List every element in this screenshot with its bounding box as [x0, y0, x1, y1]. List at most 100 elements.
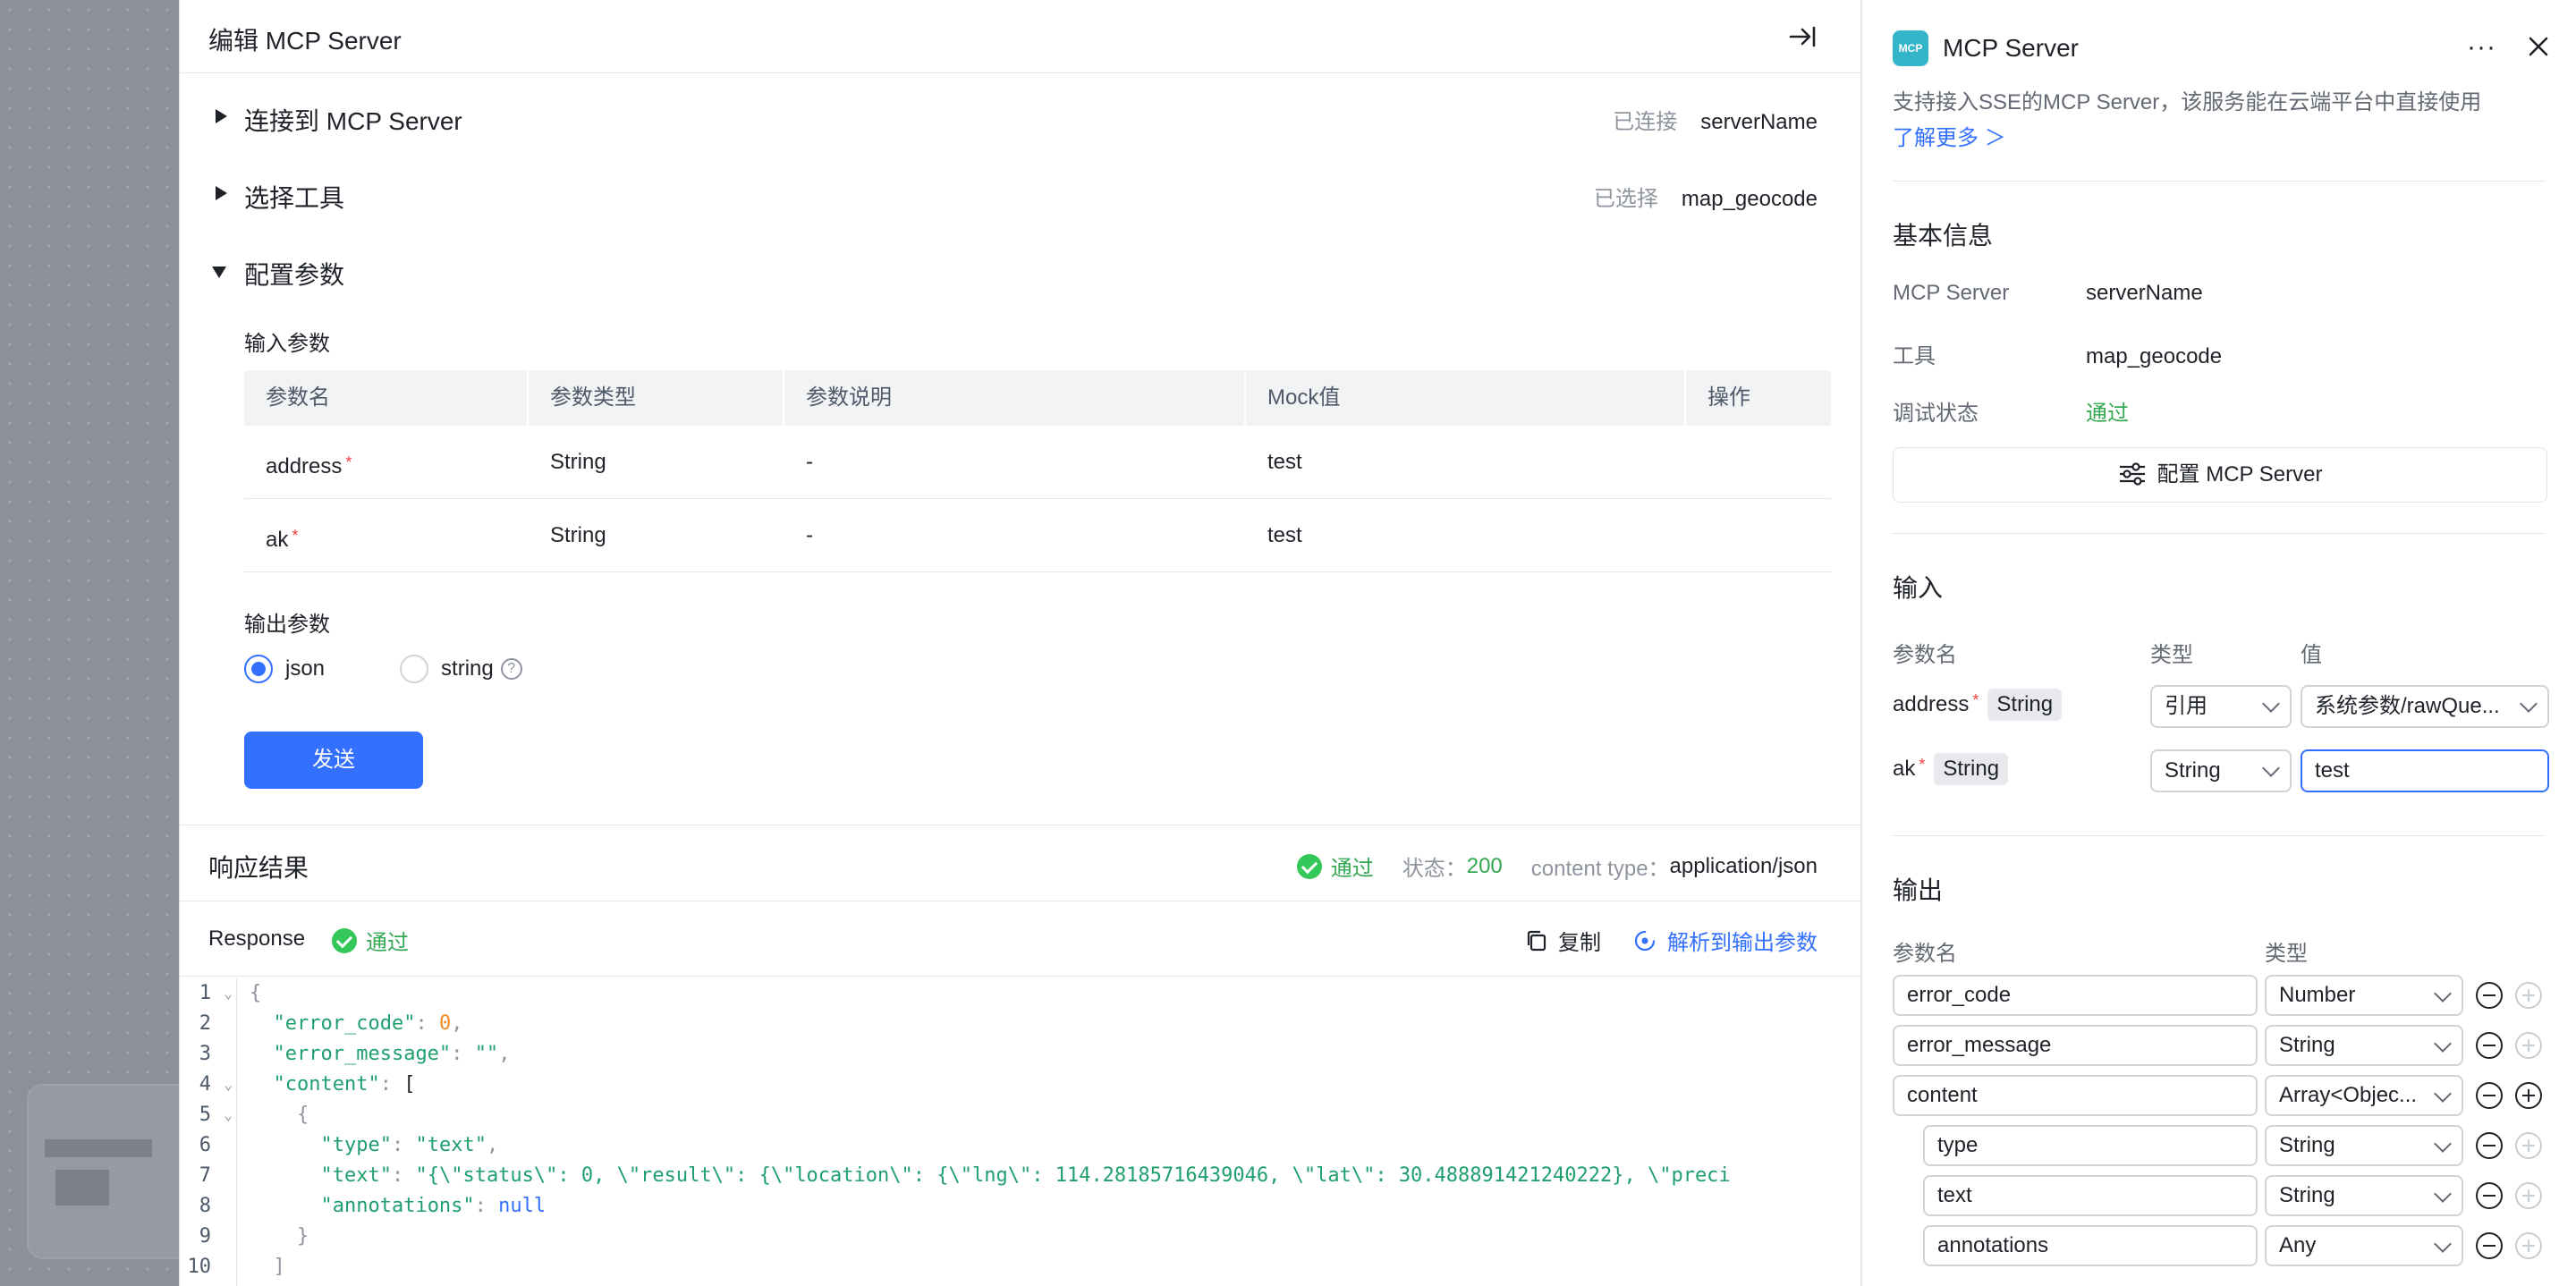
add-output-icon[interactable]: [2515, 982, 2542, 1009]
output-type-select[interactable]: String: [2265, 1025, 2463, 1066]
parse-to-output-button[interactable]: 解析到输出参数: [1631, 925, 1818, 956]
line-number: 3: [199, 1043, 211, 1065]
add-output-icon[interactable]: [2515, 1032, 2542, 1059]
input-ak-mode-select[interactable]: String: [2150, 749, 2292, 792]
output-params-label: 输出参数: [244, 613, 330, 637]
chevron-down-icon: [2434, 1035, 2452, 1053]
output-format-radio-group: json string ?: [244, 655, 522, 683]
chevron-down-icon: [2434, 1185, 2452, 1203]
output-name-field[interactable]: error_code: [1893, 975, 2258, 1016]
add-output-icon[interactable]: [2515, 1232, 2542, 1259]
input-address-mode-select[interactable]: 引用: [2150, 685, 2292, 728]
remove-output-icon[interactable]: [2476, 1232, 2503, 1259]
line-number-gutter: 1 ⌄ 2 3 4 ⌄ 5 ⌄ 6 7 8 9 10: [180, 978, 237, 1286]
code-line: "error_message": "",: [273, 1043, 511, 1065]
input-col-name: 参数名: [1893, 643, 1957, 667]
input-address-value-select[interactable]: 系统参数/rawQue...: [2301, 685, 2549, 728]
code-lines: { "error_code": 0, "error_message": "", …: [250, 978, 1731, 1282]
param-name: ak *: [266, 527, 299, 552]
line-number: 6: [199, 1134, 211, 1156]
output-type-select[interactable]: String: [2265, 1175, 2463, 1216]
section-tool-label: 选择工具: [244, 184, 345, 212]
input-params-label: 输入参数: [244, 332, 330, 356]
add-output-icon[interactable]: [2515, 1132, 2542, 1159]
input-col-value: 值: [2301, 643, 2322, 667]
collapse-panel-icon[interactable]: [1787, 21, 1818, 52]
remove-output-icon[interactable]: [2476, 1182, 2503, 1209]
output-type-select[interactable]: Number: [2265, 975, 2463, 1016]
line-number: 8: [199, 1195, 211, 1217]
output-type-select[interactable]: Array<Objec...: [2265, 1075, 2463, 1116]
chevron-down-icon: [2434, 1235, 2452, 1253]
chevron-down-icon: [2434, 1135, 2452, 1153]
output-col-name: 参数名: [1893, 942, 1957, 966]
divider: [1893, 533, 2546, 534]
close-icon[interactable]: [2524, 32, 2553, 61]
content-type-key: content type：: [1530, 857, 1670, 881]
remove-output-icon[interactable]: [2476, 1082, 2503, 1109]
response-code-viewer[interactable]: 1 ⌄ 2 3 4 ⌄ 5 ⌄ 6 7 8 9 10 { "error_code": …: [180, 978, 1860, 1286]
section-select-tool[interactable]: 选择工具 已选择 map_geocode: [180, 168, 1860, 222]
param-type: String: [550, 523, 606, 547]
section-config-label: 配置参数: [244, 261, 345, 289]
chevron-down-icon: [2434, 1085, 2452, 1103]
output-name-field[interactable]: annotations: [1923, 1225, 2258, 1266]
fold-chevron-icon[interactable]: ⌄: [224, 1100, 233, 1130]
section-config-params[interactable]: 配置参数: [180, 245, 1860, 299]
send-button[interactable]: 发送: [244, 732, 423, 789]
radio-string[interactable]: [400, 655, 429, 683]
info-row-server: MCP Server serverName: [1893, 281, 2203, 305]
section-connect-meta: 已连接 serverName: [1613, 110, 1818, 134]
fold-chevron-icon[interactable]: ⌄: [224, 1070, 233, 1100]
input-title: 输入: [1893, 574, 1944, 602]
section-tool-meta: 已选择 map_geocode: [1593, 187, 1818, 211]
output-name-field[interactable]: content: [1893, 1075, 2258, 1116]
param-desc: -: [806, 450, 813, 474]
param-type: String: [550, 450, 606, 474]
response-actions: 复制 解析到输出参数: [1524, 925, 1818, 956]
chevron-down-icon: [2434, 985, 2452, 1003]
output-type-select[interactable]: Any: [2265, 1225, 2463, 1266]
col-header: 参数说明: [784, 370, 1246, 426]
status-code: 200: [1466, 853, 1503, 878]
configure-mcp-server-button[interactable]: 配置 MCP Server: [1893, 447, 2547, 503]
col-header: Mock值: [1246, 370, 1686, 426]
copy-label: 复制: [1558, 931, 1601, 955]
param-mock-value[interactable]: test: [1246, 426, 1686, 498]
response-pass: 通过: [332, 925, 409, 956]
editor-header: 编辑 MCP Server: [180, 0, 1860, 73]
col-header: 参数名: [244, 370, 529, 426]
output-name-field[interactable]: text: [1923, 1175, 2258, 1216]
add-output-icon[interactable]: [2515, 1082, 2542, 1109]
help-icon[interactable]: ?: [500, 658, 522, 680]
remove-output-icon[interactable]: [2476, 1132, 2503, 1159]
param-actions: [1686, 426, 1831, 498]
section-connect[interactable]: 连接到 MCP Server 已连接 serverName: [180, 91, 1860, 145]
output-type-select[interactable]: String: [2265, 1125, 2463, 1166]
code-line: "text": "{\"status\": 0, \"result\": {\"…: [320, 1164, 1731, 1187]
input-row-address-name: address * String: [1893, 689, 2063, 721]
fold-chevron-icon[interactable]: ⌄: [224, 978, 233, 1009]
radio-json[interactable]: [244, 655, 273, 683]
response-header: 响应结果 通过 状态： 200 content type： applicatio…: [180, 825, 1860, 901]
output-name-field[interactable]: error_message: [1893, 1025, 2258, 1066]
minimap-node: [55, 1170, 109, 1206]
response-title: 响应结果: [208, 854, 309, 882]
param-mock-value[interactable]: test: [1246, 499, 1686, 571]
remove-output-icon[interactable]: [2476, 982, 2503, 1009]
params-table-header: 参数名 参数类型 参数说明 Mock值 操作: [244, 370, 1831, 426]
add-output-icon[interactable]: [2515, 1182, 2542, 1209]
line-number: 10: [187, 1256, 212, 1278]
code-line: "type": "text",: [320, 1134, 499, 1156]
collapse-triangle-icon: [212, 267, 226, 278]
input-ak-value-field[interactable]: test: [2301, 749, 2549, 792]
more-icon[interactable]: ···: [2467, 32, 2496, 63]
chevron-down-icon: [2520, 695, 2538, 713]
line-number: 7: [199, 1164, 211, 1187]
output-name-field[interactable]: type: [1923, 1125, 2258, 1166]
copy-button[interactable]: 复制: [1524, 925, 1601, 956]
col-header: 操作: [1707, 385, 1750, 410]
remove-output-icon[interactable]: [2476, 1032, 2503, 1059]
learn-more-link[interactable]: 了解更多 ＞: [1893, 120, 2006, 151]
basic-info-title: 基本信息: [1893, 222, 1994, 250]
